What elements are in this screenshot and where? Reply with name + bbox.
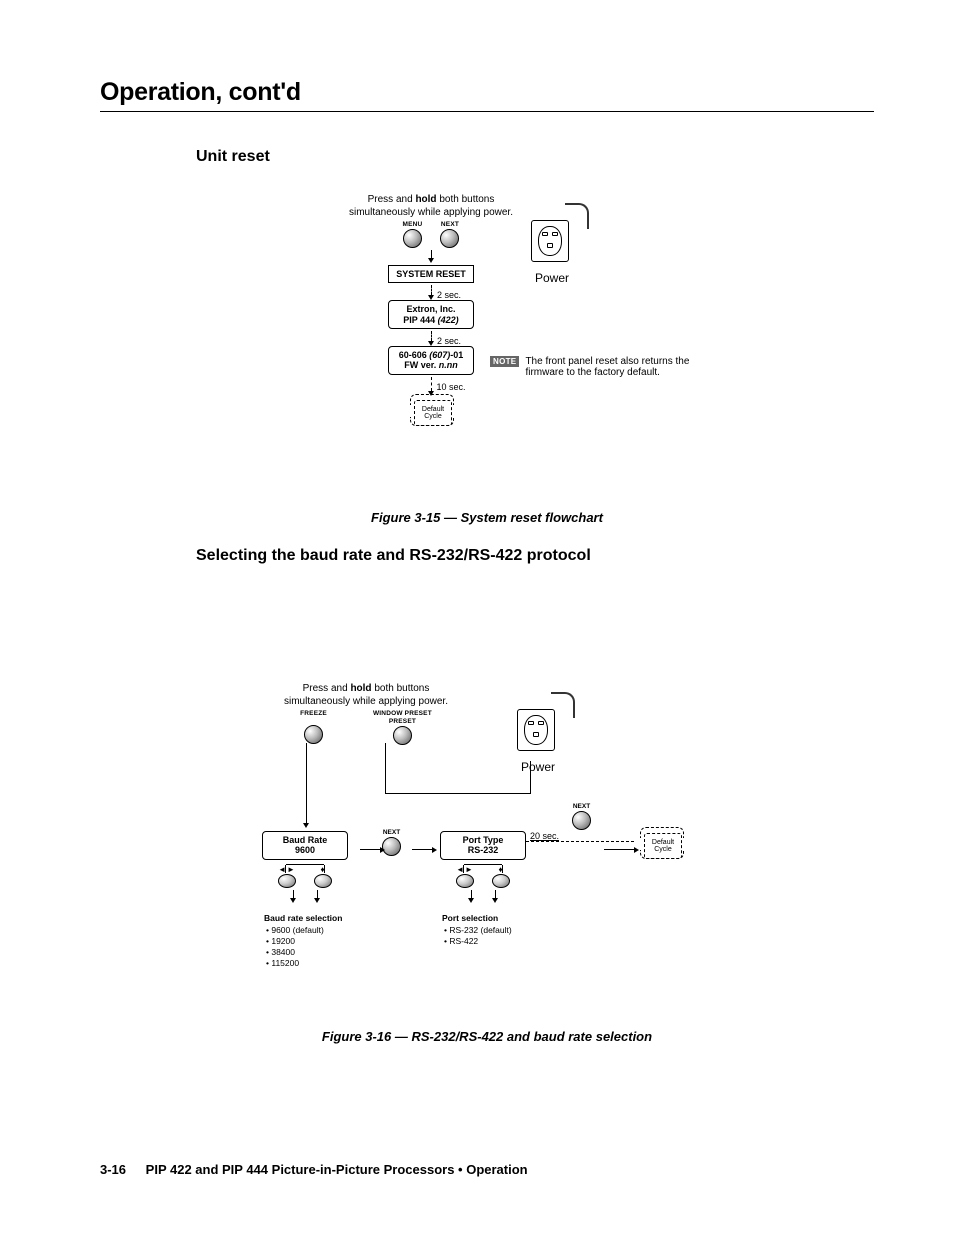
lcd-port-l2: RS-232	[468, 845, 499, 855]
lcd-baud-l2: 9600	[295, 845, 315, 855]
page-footer: 3-16 PIP 422 and PIP 444 Picture-in-Pict…	[100, 1162, 528, 1177]
arrow-down-icon	[314, 890, 320, 903]
lcd-system-reset: SYSTEM RESET	[388, 265, 474, 283]
port-selection-list: Port selection RS-232 (default) RS-422	[442, 913, 552, 947]
list-item: RS-422	[444, 936, 552, 947]
instr-bold: hold	[350, 683, 371, 694]
note-text: The front panel reset also returns the f…	[525, 356, 710, 378]
instruction-text: Press and hold both buttonssimultaneousl…	[346, 194, 516, 219]
baud-list-heading: Baud rate selection	[264, 913, 374, 924]
default-cycle-icon: DefaultCycle	[640, 827, 682, 859]
lcd-fw: 60-606 (607)-01 FW ver. n.nn	[388, 346, 474, 375]
note-badge: NOTE	[490, 356, 519, 367]
power-plug-icon	[511, 695, 565, 757]
list-item: 38400	[266, 947, 374, 958]
chapter-title: Operation, cont'd	[100, 78, 874, 107]
next-button-icon	[440, 229, 459, 248]
lcd-baud-rate: Baud Rate 9600	[262, 831, 348, 860]
lcd-extron-l2a: PIP 444	[403, 315, 437, 325]
button-label-freeze: FREEZE	[300, 710, 327, 717]
button-label-next: NEXT	[441, 221, 459, 228]
list-item: 9600 (default)	[266, 925, 374, 936]
timeout-label: 20 sec.	[530, 831, 559, 841]
arrow-right-icon	[604, 841, 639, 859]
lcd-fw-l1a: 60-606	[399, 350, 430, 360]
list-item: 19200	[266, 936, 374, 947]
lcd-baud-l1: Baud Rate	[283, 835, 328, 845]
button-label-window-preset: WINDOW PRESET	[373, 710, 432, 717]
adjust-horiz-button-icon	[456, 874, 474, 888]
lcd-extron: Extron, Inc. PIP 444 (422)	[388, 300, 474, 329]
freeze-button-icon	[304, 725, 323, 744]
arrow-down-icon	[468, 890, 474, 903]
button-label-preset: PRESET	[389, 718, 416, 725]
footer-text: PIP 422 and PIP 444 Picture-in-Picture P…	[146, 1162, 528, 1177]
instr-pre: Press and	[303, 683, 351, 694]
arrow-right-icon	[412, 841, 437, 859]
lcd-extron-l1: Extron, Inc.	[406, 304, 455, 314]
arrow-down-dashed-icon	[428, 331, 434, 346]
lcd-fw-l2a: FW ver.	[404, 360, 439, 370]
instr-pre: Press and	[368, 194, 416, 205]
note: NOTE The front panel reset also returns …	[490, 356, 710, 378]
power-label: Power	[498, 760, 578, 774]
button-label-menu: MENU	[403, 221, 423, 228]
section-heading-baud: Selecting the baud rate and RS-232/RS-42…	[196, 547, 874, 565]
page-number: 3-16	[100, 1162, 126, 1177]
lcd-fw-l1c: -01	[450, 350, 463, 360]
time-10sec: 10 sec.	[436, 382, 465, 392]
instr-bold: hold	[415, 194, 436, 205]
next-button-icon	[572, 811, 591, 830]
instruction-text: Press and hold both buttonssimultaneousl…	[266, 683, 466, 708]
divider	[100, 111, 874, 112]
arrow-down-icon	[428, 250, 434, 263]
section-heading-unit-reset: Unit reset	[196, 148, 874, 166]
lcd-port-l1: Port Type	[463, 835, 504, 845]
figure-3-16-caption: Figure 3-16 — RS-232/RS-422 and baud rat…	[100, 1029, 874, 1044]
list-item: 115200	[266, 958, 374, 969]
adjust-vert-button-icon	[314, 874, 332, 888]
figure-3-16: Press and hold both buttonssimultaneousl…	[230, 683, 874, 1013]
lcd-fw-l2b: n.nn	[439, 360, 458, 370]
menu-button-icon	[403, 229, 422, 248]
lcd-fw-l1b: (607)	[429, 350, 450, 360]
figure-3-15-caption: Figure 3-15 — System reset flowchart	[100, 510, 874, 525]
power-plug-icon	[525, 206, 579, 268]
baud-rate-selection-list: Baud rate selection 9600 (default) 19200…	[264, 913, 374, 969]
default-cycle-icon: DefaultCycle	[410, 394, 452, 426]
left-right-arrows-icon: ◄►	[456, 865, 474, 874]
next-label: NEXT	[572, 803, 591, 810]
next-label: NEXT	[382, 829, 401, 836]
adjust-horiz-button-icon	[278, 874, 296, 888]
arrow-down-icon	[492, 890, 498, 903]
left-right-arrows-icon: ◄►	[278, 865, 296, 874]
arrow-down-dashed-icon	[428, 285, 434, 300]
window-preset-button-icon	[393, 726, 412, 745]
list-item: RS-232 (default)	[444, 925, 552, 936]
lcd-extron-l2b: (422)	[438, 315, 459, 325]
arrow-right-icon	[360, 841, 385, 859]
figure-3-15: Press and hold both buttonssimultaneousl…	[290, 194, 874, 494]
lcd-port-type: Port Type RS-232	[440, 831, 526, 860]
arrow-down-icon	[290, 890, 296, 903]
port-list-heading: Port selection	[442, 913, 552, 924]
time-2sec-a: 2 sec.	[437, 290, 461, 300]
power-label: Power	[512, 271, 592, 285]
adjust-vert-button-icon	[492, 874, 510, 888]
time-2sec-b: 2 sec.	[437, 336, 461, 346]
